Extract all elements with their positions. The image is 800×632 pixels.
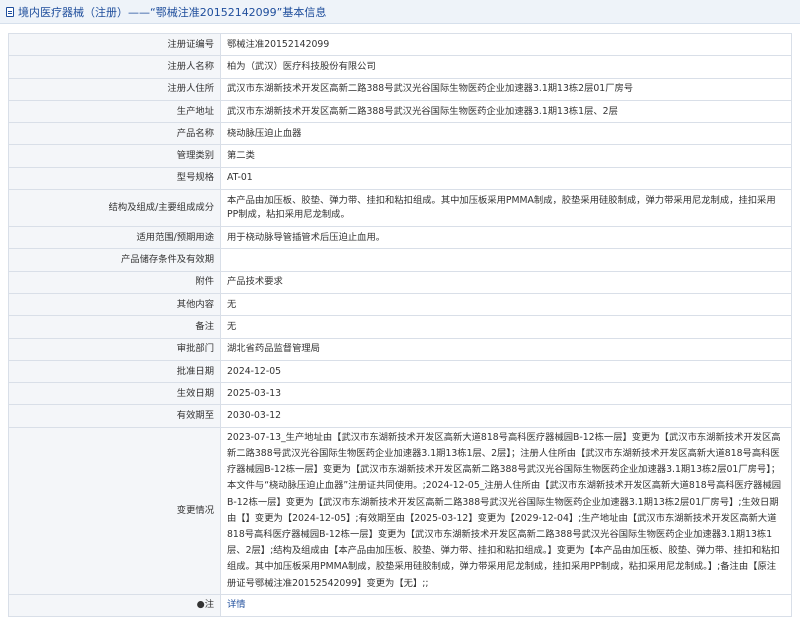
row-value-intended-use: 用于桡动脉导管插管术后压迫止血用。 (220, 226, 792, 250)
row-value-effective-date: 2025-03-13 (220, 382, 792, 406)
row-label-registrant-address: 注册人住所 (8, 77, 221, 101)
row-label-management-category: 管理类别 (8, 144, 221, 168)
row-value-registrant-address: 武汉市东湖新技术开发区高新二路388号武汉光谷国际生物医药企业加速器3.1期13… (220, 77, 792, 101)
table-row: 型号规格 AT-01 (8, 166, 792, 191)
row-value-valid-until: 2030-03-12 (220, 404, 792, 428)
table-row: 生产地址 武汉市东湖新技术开发区高新二路388号武汉光谷国际生物医药企业加速器3… (8, 99, 792, 124)
row-value-change-history: 2023-07-13_生产地址由【武汉市东湖新技术开发区高新大道818号高科医疗… (220, 426, 792, 595)
table-row: ●注 详情 (8, 593, 792, 618)
row-value-registrant-name: 柏为（武汉）医疗科技股份有限公司 (220, 55, 792, 79)
row-label-approval-department: 审批部门 (8, 337, 221, 361)
row-label-model-spec: 型号规格 (8, 166, 221, 191)
row-value-remarks: 无 (220, 315, 792, 339)
table-row: 产品储存条件及有效期 (8, 248, 792, 272)
row-value-approval-date: 2024-12-05 (220, 359, 792, 384)
table-row: 审批部门 湖北省药品监督管理局 (8, 337, 792, 361)
table-row: 注册人住所 武汉市东湖新技术开发区高新二路388号武汉光谷国际生物医药企业加速器… (8, 77, 792, 101)
document-icon (6, 6, 14, 17)
row-label-note: ●注 (8, 593, 221, 618)
row-label-production-address: 生产地址 (8, 99, 221, 124)
row-value-model-spec: AT-01 (220, 166, 792, 191)
row-label-valid-until: 有效期至 (8, 404, 221, 428)
table-row: 注册证编号 鄂械注准20152142099 (8, 32, 792, 57)
row-label-effective-date: 生效日期 (8, 382, 221, 406)
row-value-approval-department: 湖北省药品监督管理局 (220, 337, 792, 361)
row-value-product-name: 桡动脉压迫止血器 (220, 122, 792, 146)
row-value-production-address: 武汉市东湖新技术开发区高新二路388号武汉光谷国际生物医药企业加速器3.1期13… (220, 99, 792, 124)
row-label-structure: 结构及组成/主要组成成分 (8, 189, 221, 228)
row-label-registrant-name: 注册人名称 (8, 55, 221, 79)
table-row: 适用范围/预期用途 用于桡动脉导管插管术后压迫止血用。 (8, 226, 792, 250)
row-value-management-category: 第二类 (220, 144, 792, 168)
details-link[interactable]: 详情 (227, 599, 246, 610)
table-row: 有效期至 2030-03-12 (8, 404, 792, 428)
row-label-attachment: 附件 (8, 270, 221, 294)
table-row: 备注 无 (8, 315, 792, 339)
row-label-storage-validity: 产品储存条件及有效期 (8, 248, 221, 272)
table-row: 生效日期 2025-03-13 (8, 382, 792, 406)
table-row: 产品名称 桡动脉压迫止血器 (8, 122, 792, 146)
page-header: 境内医疗器械（注册）——“鄂械注准20152142099”基本信息 (0, 0, 800, 24)
table-row: 变更情况 2023-07-13_生产地址由【武汉市东湖新技术开发区高新大道818… (8, 426, 792, 595)
row-value-registration-number: 鄂械注准20152142099 (220, 32, 792, 57)
table-row: 结构及组成/主要组成成分 本产品由加压板、胶垫、弹力带、挂扣和粘扣组成。其中加压… (8, 189, 792, 228)
table-row: 附件 产品技术要求 (8, 270, 792, 294)
row-label-registration-number: 注册证编号 (8, 32, 221, 57)
row-label-intended-use: 适用范围/预期用途 (8, 226, 221, 250)
row-value-structure: 本产品由加压板、胶垫、弹力带、挂扣和粘扣组成。其中加压板采用PMMA制成，胶垫采… (220, 189, 792, 228)
row-value-attachment: 产品技术要求 (220, 270, 792, 294)
row-label-change-history: 变更情况 (8, 426, 221, 595)
row-label-product-name: 产品名称 (8, 122, 221, 146)
row-value-storage-validity (220, 248, 792, 272)
table-row: 注册人名称 柏为（武汉）医疗科技股份有限公司 (8, 55, 792, 79)
row-label-approval-date: 批准日期 (8, 359, 221, 384)
table-row: 批准日期 2024-12-05 (8, 359, 792, 384)
row-label-remarks: 备注 (8, 315, 221, 339)
info-table: 注册证编号 鄂械注准20152142099 注册人名称 柏为（武汉）医疗科技股份… (8, 32, 792, 618)
page-title: 境内医疗器械（注册）——“鄂械注准20152142099”基本信息 (18, 5, 327, 19)
row-value-other: 无 (220, 292, 792, 317)
row-value-note: 详情 (220, 593, 792, 618)
row-label-other: 其他内容 (8, 292, 221, 317)
table-row: 管理类别 第二类 (8, 144, 792, 168)
table-row: 其他内容 无 (8, 292, 792, 317)
